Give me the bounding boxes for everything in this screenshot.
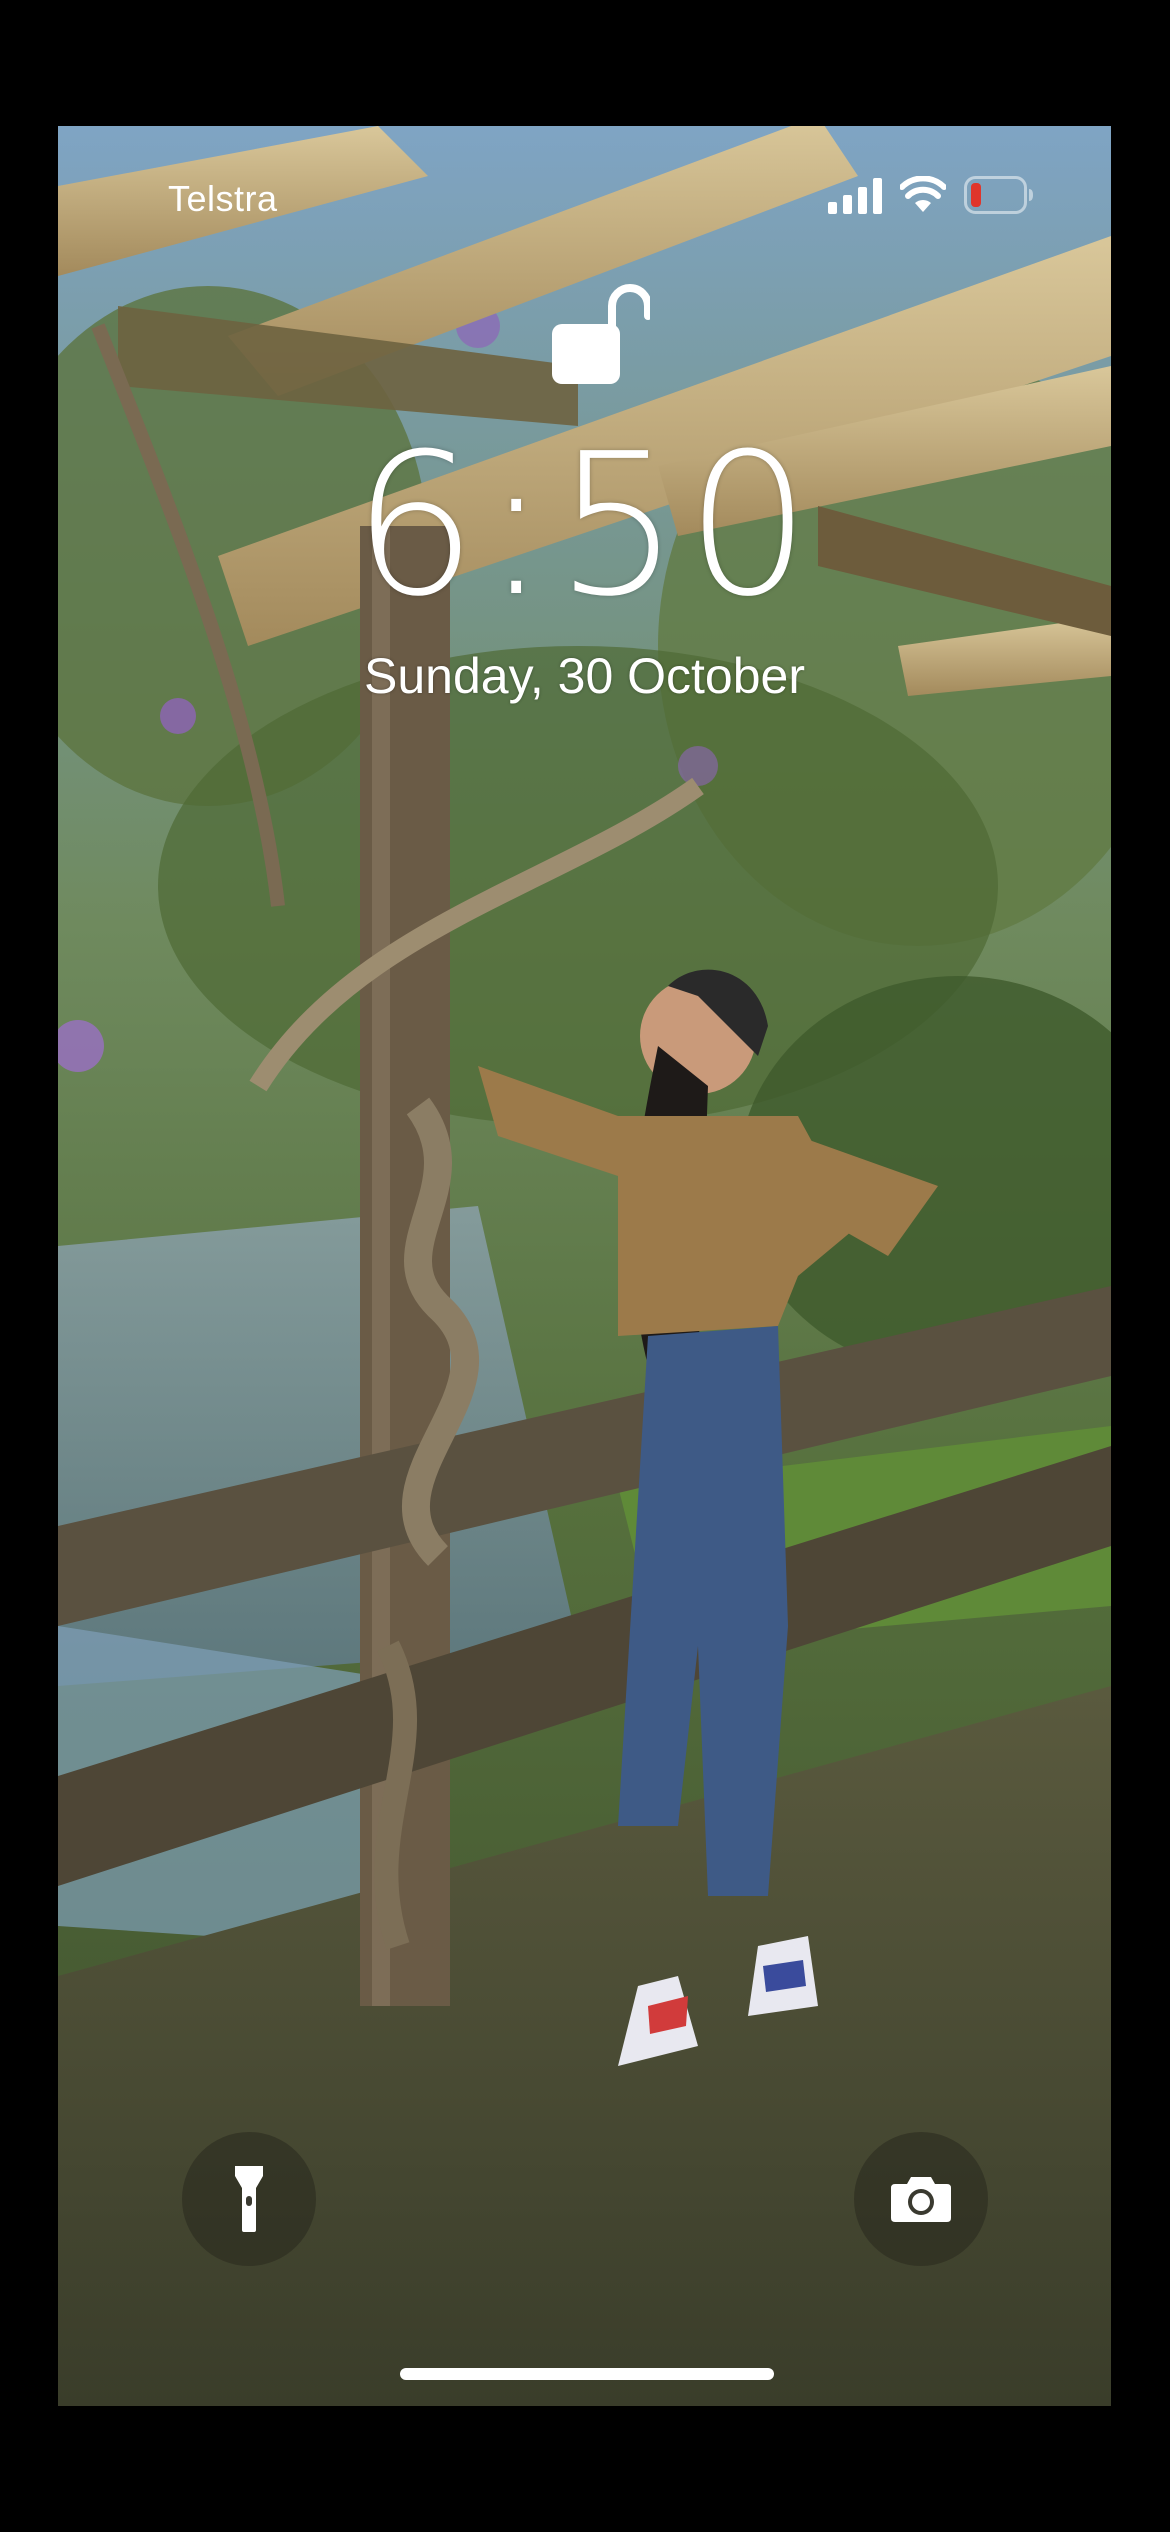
camera-icon bbox=[891, 2177, 951, 2222]
flashlight-icon bbox=[235, 2166, 263, 2232]
flashlight-button[interactable] bbox=[182, 2132, 316, 2266]
camera-button[interactable] bbox=[854, 2132, 988, 2266]
lock-screen-time: 6:50 bbox=[352, 412, 817, 640]
carrier-name: Telstra bbox=[168, 178, 278, 219]
home-indicator[interactable] bbox=[400, 2368, 774, 2380]
cellular-signal-icon bbox=[828, 178, 882, 214]
status-bar: Telstra bbox=[58, 126, 1111, 236]
lock-screen-date: Sunday, 30 October bbox=[363, 648, 805, 704]
lock-screen: Telstra 6:50 Sunday, 30 October bbox=[58, 126, 1111, 2406]
wifi-icon bbox=[900, 176, 946, 212]
unlocked-padlock-icon bbox=[552, 284, 650, 384]
battery-low-icon bbox=[964, 176, 1033, 214]
